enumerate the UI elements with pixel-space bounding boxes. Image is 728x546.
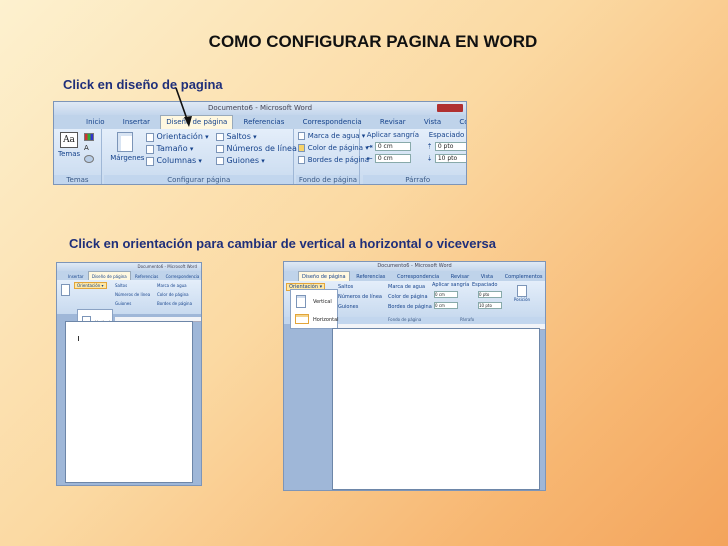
orientacion-dropdown-3: Vertical Horizontal xyxy=(290,289,339,329)
tab-complementos-3[interactable]: Complementos xyxy=(500,272,545,281)
margenes-icon-2[interactable] xyxy=(61,284,70,296)
option-vertical-label-3: Vertical xyxy=(313,299,332,305)
tab-referencias-2[interactable]: Referencias xyxy=(132,272,161,280)
espaciado-despues-input-3[interactable]: 10 pto xyxy=(478,302,502,309)
document-page-3 xyxy=(332,328,540,490)
horizontal-page-icon-3 xyxy=(295,314,309,324)
option-horizontal-label-3: Horizontal xyxy=(313,317,339,323)
posicion-label-3: Posición xyxy=(513,297,531,302)
tab-insertar-2[interactable]: Insertar xyxy=(65,272,87,280)
window-titlebar-3: Documento6 - Microsoft Word xyxy=(284,262,545,271)
guiones-label-2[interactable]: Guiones xyxy=(115,301,131,306)
bordes-pagina-label-2[interactable]: Bordes de página xyxy=(157,301,192,306)
option-horizontal-3[interactable]: Horizontal xyxy=(293,311,339,328)
guiones-label-3[interactable]: Guiones xyxy=(338,304,358,310)
sangria-derecha-input-3[interactable]: 0 cm xyxy=(434,302,458,309)
tab-referencias-3[interactable]: Referencias xyxy=(351,272,390,281)
tab-revisar-3[interactable]: Revisar xyxy=(446,272,474,281)
posicion-button-3[interactable]: Posición xyxy=(512,285,532,302)
marca-agua-label-2[interactable]: Marca de agua xyxy=(157,283,187,288)
group-label-fondo-3: Fondo de página xyxy=(388,317,422,322)
posicion-icon-3 xyxy=(517,285,527,297)
numeros-linea-label-2[interactable]: Números de línea xyxy=(115,292,150,297)
ribbon-tabs-3: Diseño de página Referencias Corresponde… xyxy=(284,271,545,281)
ribbon-screenshot-2: Documento6 - Microsoft Word Insertar Dis… xyxy=(56,262,202,486)
ribbon-screenshot-3: Documento6 - Microsoft Word Diseño de pá… xyxy=(283,261,546,491)
color-pagina-label-3[interactable]: Color de página xyxy=(388,294,428,300)
window-titlebar-2: Documento6 - Microsoft Word xyxy=(57,263,201,271)
text-cursor-2 xyxy=(78,336,79,341)
aplicar-sangria-label-3: Aplicar sangría xyxy=(432,282,470,288)
tab-diseno-pagina-2[interactable]: Diseño de página xyxy=(87,271,131,280)
ribbon-tabs-2: Insertar Diseño de página Referencias Co… xyxy=(57,271,201,280)
sangria-izquierda-input-3[interactable]: 0 cm xyxy=(434,291,458,298)
tab-correspondencia-3[interactable]: Correspondencia xyxy=(392,272,444,281)
group-label-parrafo-3: Párrafo xyxy=(460,317,475,322)
numeros-linea-label-3[interactable]: Números de línea xyxy=(338,294,382,300)
orientacion-button-2[interactable]: Orientación ▾ xyxy=(74,282,107,289)
tab-diseno-pagina-3[interactable]: Diseño de página xyxy=(298,271,350,281)
tab-correspondencia-2[interactable]: Correspondencia xyxy=(163,272,201,280)
tab-vista-3[interactable]: Vista xyxy=(476,272,498,281)
orientacion-label-2: Orientación xyxy=(77,283,101,288)
espaciado-label-3: Espaciado xyxy=(472,282,498,288)
vertical-page-icon-3 xyxy=(296,295,306,308)
saltos-label-2[interactable]: Saltos xyxy=(115,283,127,288)
color-pagina-label-2[interactable]: Color de página xyxy=(157,292,189,297)
window-title-3: Documento6 - Microsoft Word xyxy=(377,263,452,269)
bordes-pagina-label-3[interactable]: Bordes de página xyxy=(388,304,432,310)
window-title-2: Documento6 - Microsoft Word xyxy=(137,264,197,269)
document-page-2 xyxy=(65,321,193,483)
marca-agua-label-3[interactable]: Marca de agua xyxy=(388,284,425,290)
espaciado-antes-input-3[interactable]: 0 pto xyxy=(478,291,502,298)
saltos-label-3[interactable]: Saltos xyxy=(338,284,353,290)
option-vertical-3[interactable]: Vertical xyxy=(293,292,337,310)
